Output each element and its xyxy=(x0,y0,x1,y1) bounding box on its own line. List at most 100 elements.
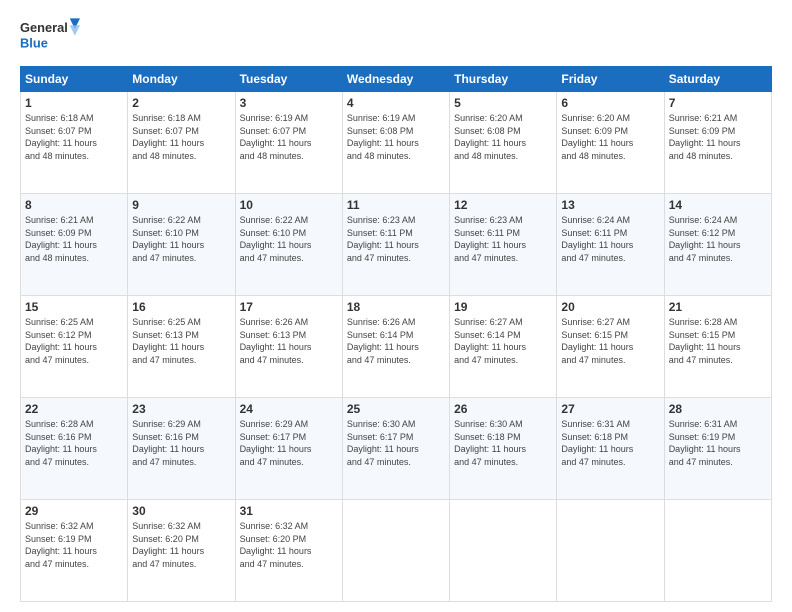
day-number: 25 xyxy=(347,402,445,416)
day-cell: 13Sunrise: 6:24 AM Sunset: 6:11 PM Dayli… xyxy=(557,194,664,296)
day-info: Sunrise: 6:30 AM Sunset: 6:17 PM Dayligh… xyxy=(347,418,445,468)
day-number: 28 xyxy=(669,402,767,416)
day-number: 11 xyxy=(347,198,445,212)
week-row-4: 22 Sunrise: 6:28 AM Sunset: 6:16 PM Dayli… xyxy=(21,398,772,500)
day-number: 27 xyxy=(561,402,659,416)
day-info: Sunrise: 6:22 AM Sunset: 6:10 PM Dayligh… xyxy=(240,214,338,264)
day-info: Sunrise: 6:30 AM Sunset: 6:18 PM Dayligh… xyxy=(454,418,552,468)
day-cell: 19 Sunrise: 6:27 AM Sunset: 6:14 PM Dayli… xyxy=(450,296,557,398)
day-cell: 8Sunrise: 6:21 AM Sunset: 6:09 PM Daylig… xyxy=(21,194,128,296)
day-number: 7 xyxy=(669,96,767,110)
day-number: 31 xyxy=(240,504,338,518)
day-cell: 15 Sunrise: 6:25 AM Sunset: 6:12 PM Dayli… xyxy=(21,296,128,398)
column-header-thursday: Thursday xyxy=(450,67,557,92)
day-cell: 24 Sunrise: 6:29 AM Sunset: 6:17 PM Dayli… xyxy=(235,398,342,500)
day-number: 12 xyxy=(454,198,552,212)
day-number: 1 xyxy=(25,96,123,110)
week-row-5: 29 Sunrise: 6:32 AM Sunset: 6:19 PM Dayli… xyxy=(21,500,772,602)
day-cell: 12 Sunrise: 6:23 AM Sunset: 6:11 PM Dayli… xyxy=(450,194,557,296)
day-info: Sunrise: 6:19 AM Sunset: 6:08 PM Dayligh… xyxy=(347,112,445,162)
header: General Blue xyxy=(20,16,772,56)
day-info: Sunrise: 6:32 AM Sunset: 6:20 PM Dayligh… xyxy=(132,520,230,570)
day-info: Sunrise: 6:28 AM Sunset: 6:16 PM Dayligh… xyxy=(25,418,123,468)
day-info: Sunrise: 6:29 AM Sunset: 6:16 PM Dayligh… xyxy=(132,418,230,468)
day-number: 9 xyxy=(132,198,230,212)
day-info: Sunrise: 6:22 AM Sunset: 6:10 PM Dayligh… xyxy=(132,214,230,264)
day-cell: 31Sunrise: 6:32 AM Sunset: 6:20 PM Dayli… xyxy=(235,500,342,602)
day-info: Sunrise: 6:28 AM Sunset: 6:15 PM Dayligh… xyxy=(669,316,767,366)
day-number: 3 xyxy=(240,96,338,110)
day-cell xyxy=(664,500,771,602)
svg-text:General: General xyxy=(20,20,68,35)
day-info: Sunrise: 6:24 AM Sunset: 6:12 PM Dayligh… xyxy=(669,214,767,264)
calendar: SundayMondayTuesdayWednesdayThursdayFrid… xyxy=(20,66,772,602)
day-info: Sunrise: 6:24 AM Sunset: 6:11 PM Dayligh… xyxy=(561,214,659,264)
day-info: Sunrise: 6:25 AM Sunset: 6:12 PM Dayligh… xyxy=(25,316,123,366)
day-number: 23 xyxy=(132,402,230,416)
day-cell: 7 Sunrise: 6:21 AM Sunset: 6:09 PM Daylig… xyxy=(664,92,771,194)
day-number: 30 xyxy=(132,504,230,518)
day-number: 26 xyxy=(454,402,552,416)
day-info: Sunrise: 6:31 AM Sunset: 6:18 PM Dayligh… xyxy=(561,418,659,468)
day-number: 29 xyxy=(25,504,123,518)
calendar-header-row: SundayMondayTuesdayWednesdayThursdayFrid… xyxy=(21,67,772,92)
day-info: Sunrise: 6:18 AM Sunset: 6:07 PM Dayligh… xyxy=(132,112,230,162)
day-cell: 9 Sunrise: 6:22 AM Sunset: 6:10 PM Daylig… xyxy=(128,194,235,296)
logo: General Blue xyxy=(20,16,80,56)
day-info: Sunrise: 6:19 AM Sunset: 6:07 PM Dayligh… xyxy=(240,112,338,162)
day-info: Sunrise: 6:20 AM Sunset: 6:09 PM Dayligh… xyxy=(561,112,659,162)
column-header-monday: Monday xyxy=(128,67,235,92)
week-row-3: 15 Sunrise: 6:25 AM Sunset: 6:12 PM Dayli… xyxy=(21,296,772,398)
day-number: 14 xyxy=(669,198,767,212)
day-number: 6 xyxy=(561,96,659,110)
day-number: 2 xyxy=(132,96,230,110)
day-number: 19 xyxy=(454,300,552,314)
day-cell: 22 Sunrise: 6:28 AM Sunset: 6:16 PM Dayli… xyxy=(21,398,128,500)
day-number: 24 xyxy=(240,402,338,416)
day-info: Sunrise: 6:21 AM Sunset: 6:09 PM Dayligh… xyxy=(25,214,123,264)
day-cell: 23 Sunrise: 6:29 AM Sunset: 6:16 PM Dayli… xyxy=(128,398,235,500)
day-cell: 17Sunrise: 6:26 AM Sunset: 6:13 PM Dayli… xyxy=(235,296,342,398)
day-number: 15 xyxy=(25,300,123,314)
day-number: 18 xyxy=(347,300,445,314)
day-number: 21 xyxy=(669,300,767,314)
page: General Blue SundayMondayTuesdayWednesda… xyxy=(0,0,792,612)
day-cell: 2 Sunrise: 6:18 AM Sunset: 6:07 PM Daylig… xyxy=(128,92,235,194)
day-info: Sunrise: 6:20 AM Sunset: 6:08 PM Dayligh… xyxy=(454,112,552,162)
column-header-saturday: Saturday xyxy=(664,67,771,92)
day-cell: 30 Sunrise: 6:32 AM Sunset: 6:20 PM Dayli… xyxy=(128,500,235,602)
day-number: 10 xyxy=(240,198,338,212)
day-number: 4 xyxy=(347,96,445,110)
day-info: Sunrise: 6:18 AM Sunset: 6:07 PM Dayligh… xyxy=(25,112,123,162)
day-cell: 29 Sunrise: 6:32 AM Sunset: 6:19 PM Dayli… xyxy=(21,500,128,602)
day-number: 5 xyxy=(454,96,552,110)
column-header-tuesday: Tuesday xyxy=(235,67,342,92)
column-header-wednesday: Wednesday xyxy=(342,67,449,92)
day-info: Sunrise: 6:32 AM Sunset: 6:19 PM Dayligh… xyxy=(25,520,123,570)
day-number: 22 xyxy=(25,402,123,416)
svg-text:Blue: Blue xyxy=(20,36,48,51)
day-cell: 27 Sunrise: 6:31 AM Sunset: 6:18 PM Dayli… xyxy=(557,398,664,500)
column-header-sunday: Sunday xyxy=(21,67,128,92)
day-info: Sunrise: 6:26 AM Sunset: 6:14 PM Dayligh… xyxy=(347,316,445,366)
day-cell: 1 Sunrise: 6:18 AM Sunset: 6:07 PM Daylig… xyxy=(21,92,128,194)
day-info: Sunrise: 6:21 AM Sunset: 6:09 PM Dayligh… xyxy=(669,112,767,162)
day-info: Sunrise: 6:27 AM Sunset: 6:14 PM Dayligh… xyxy=(454,316,552,366)
day-cell: 4 Sunrise: 6:19 AM Sunset: 6:08 PM Daylig… xyxy=(342,92,449,194)
logo-svg: General Blue xyxy=(20,16,80,56)
day-info: Sunrise: 6:26 AM Sunset: 6:13 PM Dayligh… xyxy=(240,316,338,366)
day-cell: 5 Sunrise: 6:20 AM Sunset: 6:08 PM Daylig… xyxy=(450,92,557,194)
day-number: 16 xyxy=(132,300,230,314)
day-info: Sunrise: 6:31 AM Sunset: 6:19 PM Dayligh… xyxy=(669,418,767,468)
week-row-2: 8Sunrise: 6:21 AM Sunset: 6:09 PM Daylig… xyxy=(21,194,772,296)
day-number: 20 xyxy=(561,300,659,314)
day-cell: 26 Sunrise: 6:30 AM Sunset: 6:18 PM Dayli… xyxy=(450,398,557,500)
day-cell xyxy=(450,500,557,602)
day-cell: 3 Sunrise: 6:19 AM Sunset: 6:07 PM Daylig… xyxy=(235,92,342,194)
day-info: Sunrise: 6:23 AM Sunset: 6:11 PM Dayligh… xyxy=(454,214,552,264)
day-cell: 6 Sunrise: 6:20 AM Sunset: 6:09 PM Daylig… xyxy=(557,92,664,194)
day-cell: 10 Sunrise: 6:22 AM Sunset: 6:10 PM Dayli… xyxy=(235,194,342,296)
day-info: Sunrise: 6:29 AM Sunset: 6:17 PM Dayligh… xyxy=(240,418,338,468)
day-cell: 28 Sunrise: 6:31 AM Sunset: 6:19 PM Dayli… xyxy=(664,398,771,500)
day-cell: 25 Sunrise: 6:30 AM Sunset: 6:17 PM Dayli… xyxy=(342,398,449,500)
